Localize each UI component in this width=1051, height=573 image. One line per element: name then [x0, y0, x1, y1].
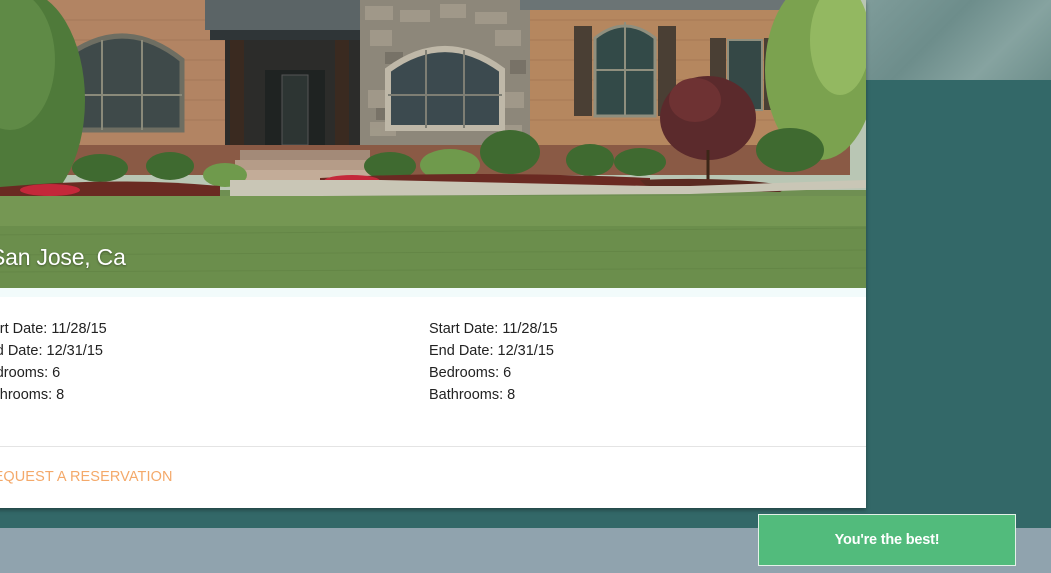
start-date: Start Date: 11/28/15 [0, 321, 107, 337]
toast-message: You're the best! [834, 532, 940, 548]
listing-title: San Jose, Ca [0, 244, 126, 270]
bedrooms: Bedrooms: 6 [429, 365, 512, 381]
image-bottom-border [0, 288, 866, 297]
success-toast[interactable]: You're the best! [758, 514, 1016, 566]
bedrooms: Bedrooms: 6 [0, 365, 61, 381]
details-left: Start Date: 11/28/15 End Date: 12/31/15 … [0, 318, 107, 406]
details-right: Start Date: 11/28/15 End Date: 12/31/15 … [429, 318, 558, 406]
listing-card: San Jose, Ca Start Date: 11/28/15 End Da… [0, 0, 866, 508]
background-photo [866, 0, 1051, 80]
bathrooms: Bathrooms: 8 [0, 387, 65, 403]
start-date: Start Date: 11/28/15 [429, 321, 558, 337]
request-reservation-button[interactable]: Request a Reservation [0, 469, 173, 485]
bathrooms: Bathrooms: 8 [429, 387, 516, 403]
end-date: End Date: 12/31/15 [0, 343, 103, 359]
house-photo [0, 0, 866, 288]
end-date: End Date: 12/31/15 [429, 343, 554, 359]
card-divider [0, 446, 866, 447]
